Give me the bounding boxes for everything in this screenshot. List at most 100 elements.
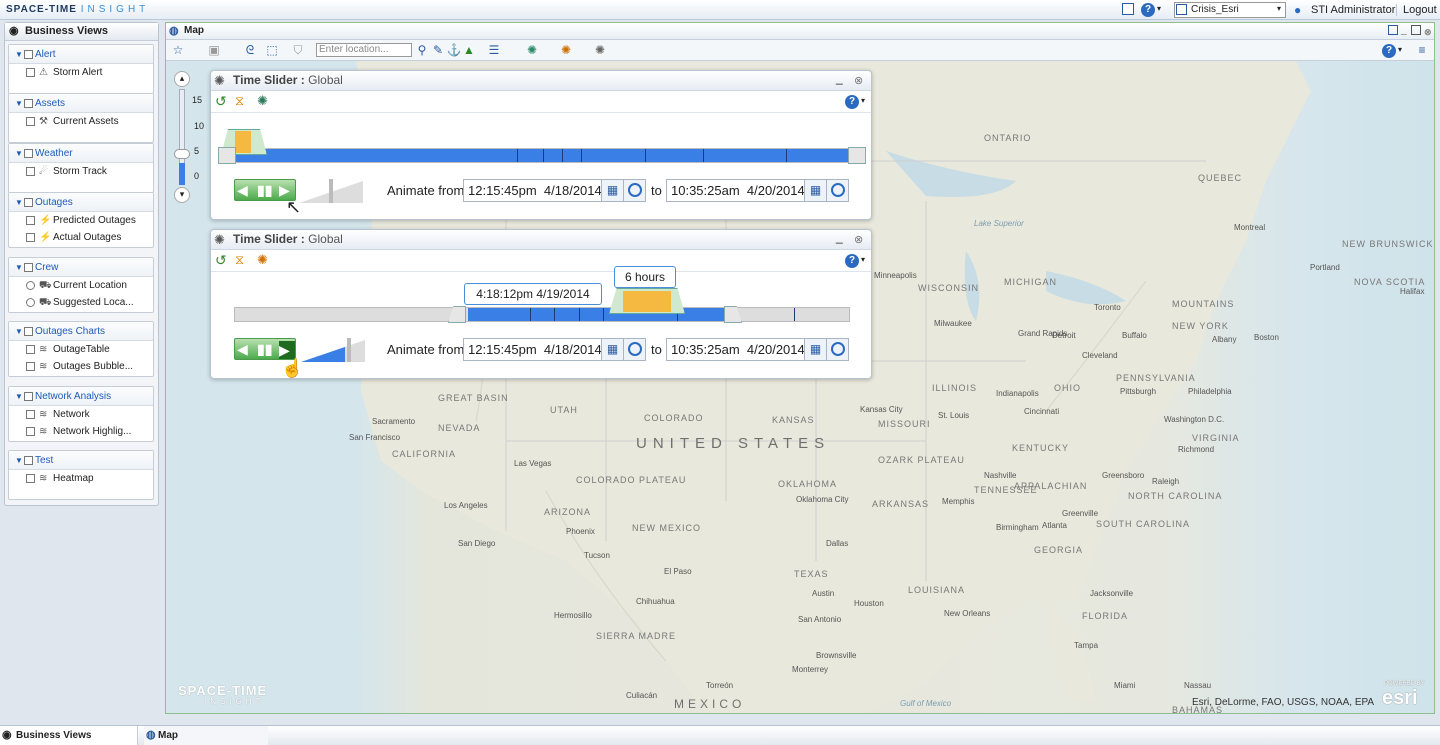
group-header[interactable]: ▼ Assets <box>9 94 153 113</box>
clock-icon[interactable] <box>826 339 848 360</box>
minimize-icon[interactable]: _ <box>836 228 843 247</box>
group-header[interactable]: ▼ Network Analysis <box>9 387 153 406</box>
group-header[interactable]: ▼ Outages <box>9 193 153 212</box>
refresh-icon[interactable]: ↺ <box>215 252 227 269</box>
minimize-icon[interactable]: _ <box>836 69 843 88</box>
list-item[interactable]: ⚠ Storm Alert <box>9 64 153 81</box>
list-item[interactable]: ⚒ Current Assets <box>9 113 153 130</box>
calendar-icon[interactable]: ▦ <box>601 180 623 201</box>
minimize-icon[interactable]: _ <box>1401 23 1407 39</box>
group-checkbox[interactable] <box>24 99 33 108</box>
slider-help-icon[interactable]: ? <box>845 254 859 268</box>
item-checkbox[interactable] <box>26 427 35 436</box>
item-radio[interactable] <box>26 298 35 307</box>
timeline-track[interactable] <box>222 148 864 163</box>
context-dropdown-icon[interactable]: ▾ <box>1277 4 1281 13</box>
group-checkbox[interactable] <box>24 327 33 336</box>
help-dropdown-icon[interactable]: ▾ <box>1157 4 1161 13</box>
slider-help-dropdown-icon[interactable]: ▾ <box>861 96 865 105</box>
expand-icon[interactable]: ▼ <box>15 451 23 470</box>
pause-button[interactable]: ▮▮ <box>257 182 272 199</box>
calendar-icon[interactable]: ▦ <box>601 339 623 360</box>
time-slider-green-icon[interactable]: ✺ <box>524 43 540 57</box>
help-icon[interactable]: ? <box>1141 3 1155 17</box>
expand-icon[interactable]: ▼ <box>15 258 23 277</box>
restore-icon[interactable] <box>1388 25 1398 35</box>
logout-link[interactable]: Logout <box>1396 4 1437 16</box>
slider-help-icon[interactable]: ? <box>845 95 859 109</box>
speed-slider[interactable] <box>301 338 365 362</box>
maximize-icon[interactable] <box>1411 25 1421 35</box>
zoom-thumb[interactable] <box>174 149 190 159</box>
item-checkbox[interactable] <box>26 117 35 126</box>
item-checkbox[interactable] <box>26 410 35 419</box>
group-header[interactable]: ▼ Weather <box>9 144 153 163</box>
step-back-button[interactable]: ◀ <box>237 341 248 358</box>
group-checkbox[interactable] <box>24 50 33 59</box>
step-back-button[interactable]: ◀ <box>237 182 248 199</box>
group-header[interactable]: ▼ Outages Charts <box>9 322 153 341</box>
group-header[interactable]: ▼ Test <box>9 451 153 470</box>
map-help-dropdown-icon[interactable]: ▾ <box>1398 45 1402 54</box>
search-icon[interactable]: ⚲ <box>414 43 430 57</box>
refresh-icon[interactable]: ↺ <box>215 93 227 110</box>
filter-clock-icon[interactable]: ⧖ <box>235 93 244 109</box>
context-select[interactable]: Crisis_Esri <box>1174 2 1286 18</box>
expand-icon[interactable]: ▼ <box>15 144 23 163</box>
group-header[interactable]: ▼ Alert <box>9 45 153 64</box>
route-icon[interactable]: ▲ <box>461 43 477 57</box>
taskbar-tab-business-views[interactable]: ◉ Business Views <box>0 726 138 745</box>
expand-icon[interactable]: ▼ <box>15 322 23 341</box>
list-item[interactable]: ≋ OutageTable <box>9 341 153 358</box>
item-radio[interactable] <box>26 281 35 290</box>
group-checkbox[interactable] <box>24 198 33 207</box>
group-checkbox[interactable] <box>24 149 33 158</box>
timeline-track[interactable] <box>234 307 850 322</box>
filter-clock-icon[interactable]: ⧖ <box>235 252 244 268</box>
mode-icon[interactable]: ✺ <box>257 252 268 268</box>
clock-icon[interactable] <box>623 339 645 360</box>
calendar-icon[interactable]: ▦ <box>804 180 826 201</box>
list-item[interactable]: ⛟ Suggested Loca... <box>9 294 153 311</box>
list-item[interactable]: ☄ Storm Track <box>9 163 153 180</box>
range-end-handle[interactable] <box>848 147 866 164</box>
item-checkbox[interactable] <box>26 233 35 242</box>
filter-icon[interactable]: ⛉ <box>290 43 306 57</box>
group-checkbox[interactable] <box>24 392 33 401</box>
pause-button[interactable]: ▮▮ <box>257 341 272 358</box>
lasso-icon[interactable]: ᘓ <box>242 43 258 57</box>
item-checkbox[interactable] <box>26 68 35 77</box>
group-header[interactable]: ▼ Crew <box>9 258 153 277</box>
list-item[interactable]: ≋ Network <box>9 406 153 423</box>
calendar-icon[interactable]: ▦ <box>804 339 826 360</box>
group-checkbox[interactable] <box>24 263 33 272</box>
expand-icon[interactable]: ▼ <box>15 193 23 212</box>
expand-icon[interactable]: ▼ <box>15 387 23 406</box>
list-item[interactable]: ≋ Outages Bubble... <box>9 358 153 375</box>
expand-icon[interactable]: ▼ <box>15 94 23 113</box>
zoom-in-button[interactable]: ▴ <box>174 71 190 87</box>
list-item[interactable]: ⛟ Current Location <box>9 277 153 294</box>
play-button[interactable]: ▶ <box>279 341 295 359</box>
location-input[interactable]: Enter location... <box>316 43 412 57</box>
list-item[interactable]: ≋ Network Highlig... <box>9 423 153 440</box>
select-icon[interactable]: ⬚ <box>264 43 280 57</box>
list-item[interactable]: ≋ Heatmap <box>9 470 153 487</box>
item-checkbox[interactable] <box>26 345 35 354</box>
close-icon[interactable]: ⊗ <box>854 231 863 250</box>
export-icon[interactable] <box>1122 3 1134 15</box>
menu-icon[interactable]: ≡ <box>1414 43 1430 57</box>
group-checkbox[interactable] <box>24 456 33 465</box>
map-help-icon[interactable]: ? <box>1382 44 1396 58</box>
item-checkbox[interactable] <box>26 362 35 371</box>
clock-icon[interactable] <box>623 180 645 201</box>
clock-icon[interactable] <box>826 180 848 201</box>
taskbar-tab-map[interactable]: ◍ Map <box>144 726 268 745</box>
list-item[interactable]: ⚡ Predicted Outages <box>9 212 153 229</box>
item-checkbox[interactable] <box>26 167 35 176</box>
close-icon[interactable]: ⊗ <box>854 72 863 91</box>
save-icon[interactable]: ▣ <box>206 43 222 57</box>
time-slider-orange-icon[interactable]: ✺ <box>558 43 574 57</box>
pin-icon[interactable]: ⚓ <box>446 43 462 57</box>
list-icon[interactable]: ☰ <box>486 43 502 57</box>
